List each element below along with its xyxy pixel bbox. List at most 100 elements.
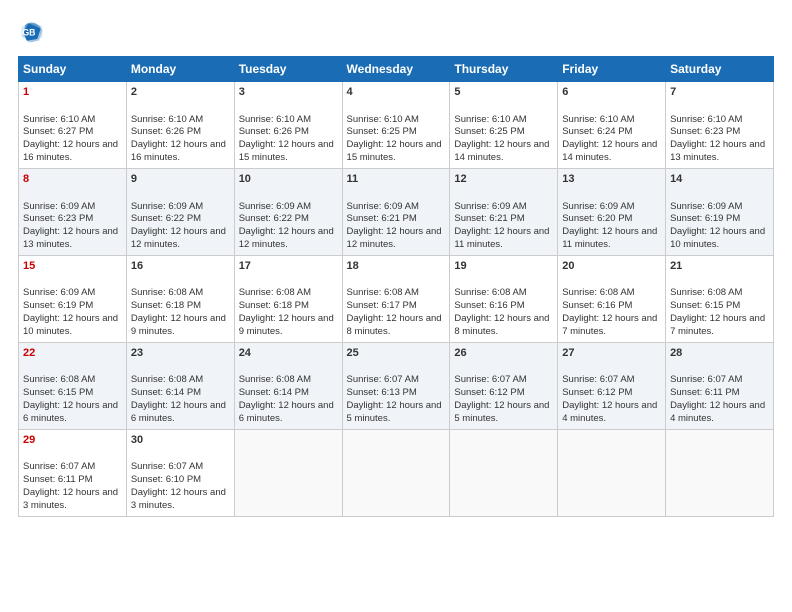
day-number: 10: [239, 172, 338, 187]
sunrise-text: Sunrise: 6:10 AM: [347, 114, 419, 125]
sunset-text: Sunset: 6:23 PM: [670, 126, 740, 137]
sunset-text: Sunset: 6:15 PM: [670, 300, 740, 311]
calendar-cell: 24Sunrise: 6:08 AMSunset: 6:14 PMDayligh…: [234, 342, 342, 429]
daylight-text: Daylight: 12 hours and 12 minutes.: [131, 226, 226, 250]
daylight-text: Daylight: 12 hours and 16 minutes.: [23, 139, 118, 163]
daylight-text: Daylight: 12 hours and 6 minutes.: [239, 400, 334, 424]
daylight-text: Daylight: 12 hours and 9 minutes.: [239, 313, 334, 337]
sunrise-text: Sunrise: 6:09 AM: [23, 201, 95, 212]
daylight-text: Daylight: 12 hours and 15 minutes.: [239, 139, 334, 163]
sunset-text: Sunset: 6:18 PM: [239, 300, 309, 311]
daylight-text: Daylight: 12 hours and 9 minutes.: [131, 313, 226, 337]
calendar-cell: 2Sunrise: 6:10 AMSunset: 6:26 PMDaylight…: [126, 82, 234, 169]
calendar-cell: 6 Sunrise: 6:10 AMSunset: 6:24 PM Daylight…: [558, 82, 666, 169]
sunset-text: Sunset: 6:24 PM: [562, 126, 632, 137]
sunset-text: Sunset: 6:16 PM: [562, 300, 632, 311]
calendar-cell: [666, 429, 774, 516]
sunset-text: Sunset: 6:27 PM: [23, 126, 93, 137]
sunset-text: Sunset: 6:12 PM: [454, 387, 524, 398]
daylight-text: Daylight: 12 hours and 6 minutes.: [23, 400, 118, 424]
daylight-text: Daylight: 12 hours and 13 minutes.: [670, 139, 765, 163]
sunrise-text: Sunrise: 6:07 AM: [131, 461, 203, 472]
daylight-text: Daylight: 12 hours and 8 minutes.: [347, 313, 442, 337]
calendar-cell: 19Sunrise: 6:08 AMSunset: 6:16 PMDayligh…: [450, 255, 558, 342]
sunrise-text: Sunrise: 6:07 AM: [454, 374, 526, 385]
sunrise-text: Sunrise: 6:09 AM: [347, 201, 419, 212]
sunrise-text: Sunrise: 6:10 AM: [562, 114, 634, 125]
daylight-text: Daylight: 12 hours and 12 minutes.: [239, 226, 334, 250]
day-number: 1: [23, 85, 122, 100]
calendar-cell: 28Sunrise: 6:07 AMSunset: 6:11 PMDayligh…: [666, 342, 774, 429]
sunset-text: Sunset: 6:21 PM: [347, 213, 417, 224]
sunset-text: Sunset: 6:25 PM: [347, 126, 417, 137]
logo: GB: [18, 18, 50, 46]
sunrise-text: Sunrise: 6:09 AM: [454, 201, 526, 212]
day-number: 6: [562, 85, 661, 100]
col-header-sunday: Sunday: [19, 57, 127, 82]
svg-text:GB: GB: [22, 28, 35, 38]
calendar-cell: 9Sunrise: 6:09 AMSunset: 6:22 PMDaylight…: [126, 168, 234, 255]
page: GB SundayMondayTuesdayWednesdayThursdayF…: [0, 0, 792, 612]
sunset-text: Sunset: 6:14 PM: [239, 387, 309, 398]
sunset-text: Sunset: 6:15 PM: [23, 387, 93, 398]
calendar-header-row: SundayMondayTuesdayWednesdayThursdayFrid…: [19, 57, 774, 82]
sunrise-text: Sunrise: 6:08 AM: [454, 287, 526, 298]
daylight-text: Daylight: 12 hours and 15 minutes.: [347, 139, 442, 163]
daylight-text: Daylight: 12 hours and 8 minutes.: [454, 313, 549, 337]
day-number: 4: [347, 85, 446, 100]
sunset-text: Sunset: 6:22 PM: [239, 213, 309, 224]
day-number: 14: [670, 172, 769, 187]
day-number: 29: [23, 433, 122, 448]
sunset-text: Sunset: 6:14 PM: [131, 387, 201, 398]
daylight-text: Daylight: 12 hours and 11 minutes.: [454, 226, 549, 250]
day-number: 24: [239, 346, 338, 361]
calendar-cell: [450, 429, 558, 516]
daylight-text: Daylight: 12 hours and 13 minutes.: [23, 226, 118, 250]
calendar-cell: 20Sunrise: 6:08 AMSunset: 6:16 PMDayligh…: [558, 255, 666, 342]
sunset-text: Sunset: 6:26 PM: [131, 126, 201, 137]
day-number: 23: [131, 346, 230, 361]
daylight-text: Daylight: 12 hours and 3 minutes.: [23, 487, 118, 511]
sunrise-text: Sunrise: 6:08 AM: [562, 287, 634, 298]
sunset-text: Sunset: 6:13 PM: [347, 387, 417, 398]
day-number: 16: [131, 259, 230, 274]
calendar-cell: 1Sunrise: 6:10 AMSunset: 6:27 PMDaylight…: [19, 82, 127, 169]
col-header-saturday: Saturday: [666, 57, 774, 82]
sunrise-text: Sunrise: 6:10 AM: [670, 114, 742, 125]
day-number: 11: [347, 172, 446, 187]
calendar-cell: [234, 429, 342, 516]
col-header-wednesday: Wednesday: [342, 57, 450, 82]
calendar-cell: 21Sunrise: 6:08 AMSunset: 6:15 PMDayligh…: [666, 255, 774, 342]
sunrise-text: Sunrise: 6:09 AM: [670, 201, 742, 212]
sunrise-text: Sunrise: 6:10 AM: [239, 114, 311, 125]
daylight-text: Daylight: 12 hours and 14 minutes.: [562, 139, 657, 163]
col-header-tuesday: Tuesday: [234, 57, 342, 82]
sunrise-text: Sunrise: 6:09 AM: [239, 201, 311, 212]
day-number: 13: [562, 172, 661, 187]
daylight-text: Daylight: 12 hours and 7 minutes.: [670, 313, 765, 337]
day-number: 28: [670, 346, 769, 361]
calendar-cell: 18Sunrise: 6:08 AMSunset: 6:17 PMDayligh…: [342, 255, 450, 342]
sunrise-text: Sunrise: 6:09 AM: [23, 287, 95, 298]
calendar-week-5: 29Sunrise: 6:07 AMSunset: 6:11 PMDayligh…: [19, 429, 774, 516]
calendar-cell: 13Sunrise: 6:09 AMSunset: 6:20 PMDayligh…: [558, 168, 666, 255]
calendar-cell: 14Sunrise: 6:09 AMSunset: 6:19 PMDayligh…: [666, 168, 774, 255]
calendar-cell: 15Sunrise: 6:09 AMSunset: 6:19 PMDayligh…: [19, 255, 127, 342]
day-number: 7: [670, 85, 769, 100]
sunrise-text: Sunrise: 6:10 AM: [454, 114, 526, 125]
daylight-text: Daylight: 12 hours and 14 minutes.: [454, 139, 549, 163]
calendar-week-1: 1 Sunrise: 6:10 AM Sunset: 6:27 PM Daylight…: [19, 82, 774, 169]
day-number: 21: [670, 259, 769, 274]
sunrise-text: Sunrise: 6:08 AM: [131, 374, 203, 385]
sunrise-text: Sunrise: 6:10 AM: [131, 114, 203, 125]
calendar-cell: 27Sunrise: 6:07 AMSunset: 6:12 PMDayligh…: [558, 342, 666, 429]
sunset-text: Sunset: 6:10 PM: [131, 474, 201, 485]
day-number: 5: [454, 85, 553, 100]
calendar-cell: 5 Sunrise: 6:10 AMSunset: 6:25 PM Daylight…: [450, 82, 558, 169]
sunset-text: Sunset: 6:12 PM: [562, 387, 632, 398]
calendar-cell: 25Sunrise: 6:07 AMSunset: 6:13 PMDayligh…: [342, 342, 450, 429]
calendar-cell: 4 Sunrise: 6:10 AMSunset: 6:25 PM Daylight…: [342, 82, 450, 169]
sunset-text: Sunset: 6:25 PM: [454, 126, 524, 137]
calendar-cell: 16Sunrise: 6:08 AMSunset: 6:18 PMDayligh…: [126, 255, 234, 342]
calendar: SundayMondayTuesdayWednesdayThursdayFrid…: [18, 56, 774, 517]
